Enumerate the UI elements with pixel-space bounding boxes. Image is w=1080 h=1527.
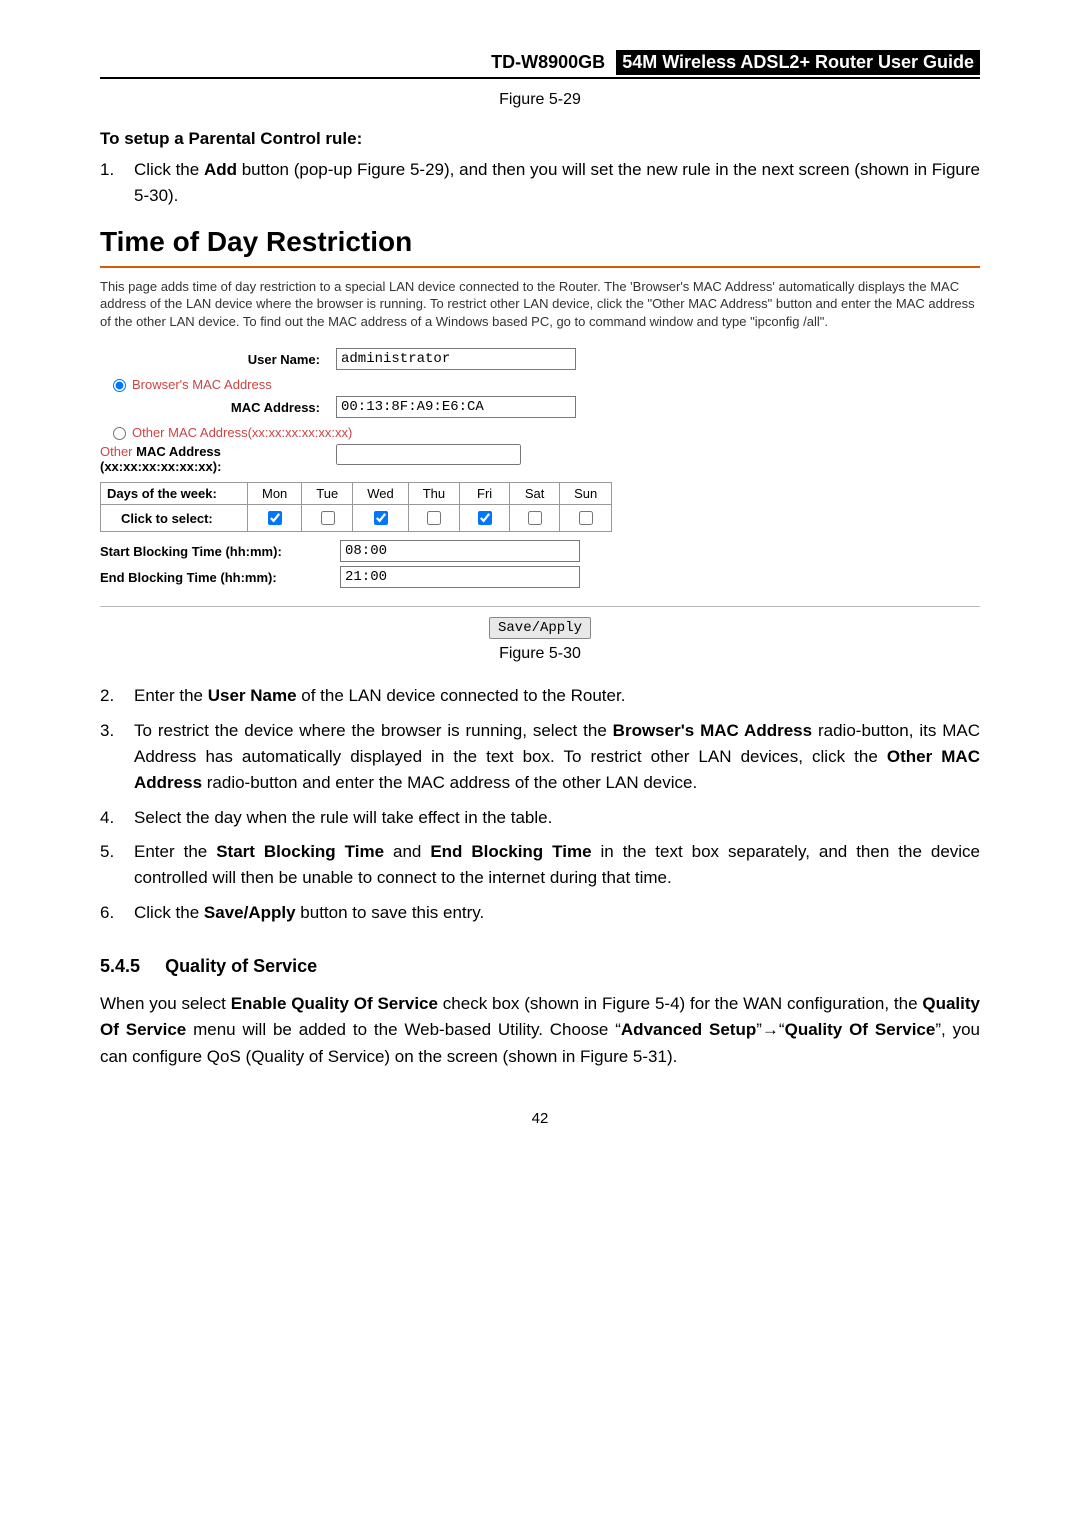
setup-rule-heading: To setup a Parental Control rule: (100, 129, 980, 149)
step-number: 2. (100, 683, 134, 709)
day-col-wed: Wed (353, 483, 409, 505)
days-of-week-header: Days of the week: (101, 483, 248, 505)
days-table: Days of the week: Mon Tue Wed Thu Fri Sa… (100, 482, 612, 532)
day-col-thu: Thu (408, 483, 459, 505)
table-row: Days of the week: Mon Tue Wed Thu Fri Sa… (101, 483, 612, 505)
step-2: 2. Enter the User Name of the LAN device… (100, 683, 980, 709)
section-5-4-5-heading: 5.4.5 Quality of Service (100, 956, 980, 977)
day-checkbox-sun[interactable] (579, 511, 593, 525)
step-number: 4. (100, 805, 134, 831)
end-time-input[interactable] (340, 566, 580, 588)
step-6: 6. Click the Save/Apply button to save t… (100, 900, 980, 926)
start-time-label: Start Blocking Time (hh:mm): (100, 544, 340, 559)
day-checkbox-thu[interactable] (427, 511, 441, 525)
step-text: Click the Save/Apply button to save this… (134, 900, 980, 926)
other-mac-label: Other MAC Address (xx:xx:xx:xx:xx:xx): (100, 444, 336, 474)
step-3: 3. To restrict the device where the brow… (100, 718, 980, 797)
step-text: Select the day when the rule will take e… (134, 805, 980, 831)
day-col-sun: Sun (560, 483, 612, 505)
other-mac-input[interactable] (336, 444, 521, 465)
other-mac-radio-row: Other MAC Address(xx:xx:xx:xx:xx:xx) (108, 424, 750, 440)
other-mac-radio[interactable] (113, 427, 126, 440)
divider-thin (100, 606, 980, 607)
day-checkbox-wed[interactable] (374, 511, 388, 525)
start-time-row: Start Blocking Time (hh:mm): (100, 540, 750, 562)
qos-paragraph: When you select Enable Quality Of Servic… (100, 991, 980, 1070)
day-checkbox-mon[interactable] (268, 511, 282, 525)
user-name-row: User Name: (100, 348, 750, 370)
header-title-rest: 54M Wireless ADSL2+ Router User Guide (616, 50, 980, 75)
page-number: 42 (100, 1110, 980, 1127)
mac-address-row: MAC Address: (100, 396, 750, 418)
table-row: Click to select: (101, 505, 612, 532)
browser-mac-radio[interactable] (113, 379, 126, 392)
step-5: 5. Enter the Start Blocking Time and End… (100, 839, 980, 892)
figure-5-29-caption: Figure 5-29 (100, 91, 980, 109)
click-to-select-label: Click to select: (101, 505, 248, 532)
step-number: 6. (100, 900, 134, 926)
step-text: To restrict the device where the browser… (134, 718, 980, 797)
arrow-icon: → (762, 1020, 779, 1039)
start-time-input[interactable] (340, 540, 580, 562)
day-checkbox-sat[interactable] (528, 511, 542, 525)
step-number: 5. (100, 839, 134, 892)
day-checkbox-tue[interactable] (321, 511, 335, 525)
screenshot-description: This page adds time of day restriction t… (100, 278, 980, 331)
user-name-label: User Name: (100, 352, 336, 367)
end-time-label: End Blocking Time (hh:mm): (100, 570, 340, 585)
save-apply-button[interactable]: Save/Apply (489, 617, 591, 639)
day-col-tue: Tue (302, 483, 353, 505)
step-number: 1. (100, 157, 134, 210)
step-1: 1. Click the Add button (pop-up Figure 5… (100, 157, 980, 210)
user-name-input[interactable] (336, 348, 576, 370)
day-col-mon: Mon (248, 483, 302, 505)
step-4: 4. Select the day when the rule will tak… (100, 805, 980, 831)
browser-mac-radio-row: Browser's MAC Address (108, 376, 750, 392)
screenshot-title: Time of Day Restriction (100, 226, 980, 258)
mac-address-label: MAC Address: (100, 400, 336, 415)
step-text: Enter the User Name of the LAN device co… (134, 683, 980, 709)
step-text: Click the Add button (pop-up Figure 5-29… (134, 157, 980, 210)
step-text: Enter the Start Blocking Time and End Bl… (134, 839, 980, 892)
page-header: TD-W8900GB 54M Wireless ADSL2+ Router Us… (100, 50, 980, 79)
end-time-row: End Blocking Time (hh:mm): (100, 566, 750, 588)
day-col-sat: Sat (510, 483, 560, 505)
day-col-fri: Fri (460, 483, 510, 505)
step-number: 3. (100, 718, 134, 797)
other-mac-radio-label: Other MAC Address(xx:xx:xx:xx:xx:xx) (132, 425, 352, 440)
divider (100, 266, 980, 268)
browser-mac-radio-label: Browser's MAC Address (132, 377, 272, 392)
router-screenshot: Time of Day Restriction This page adds t… (100, 226, 980, 640)
mac-address-input[interactable] (336, 396, 576, 418)
figure-5-30-caption: Figure 5-30 (100, 645, 980, 663)
day-checkbox-fri[interactable] (478, 511, 492, 525)
header-model: TD-W8900GB (491, 52, 605, 73)
